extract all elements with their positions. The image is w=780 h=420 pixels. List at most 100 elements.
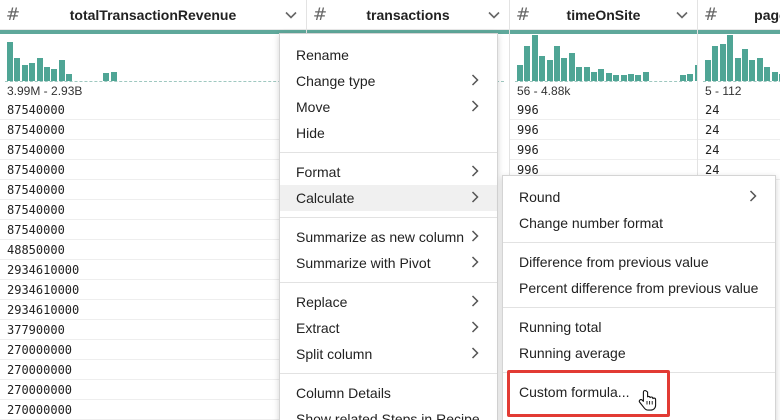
chevron-right-icon bbox=[749, 184, 757, 210]
table-cell[interactable]: 87540000 bbox=[0, 220, 306, 240]
menu-item-running-average[interactable]: Running average bbox=[503, 340, 775, 366]
menu-item-replace[interactable]: Replace bbox=[280, 289, 497, 315]
table-cell[interactable]: 87540000 bbox=[0, 200, 306, 220]
column-histogram[interactable] bbox=[5, 34, 301, 82]
histogram-bar bbox=[517, 65, 523, 81]
table-cell[interactable]: 2934610000 bbox=[0, 280, 306, 300]
menu-item-column-details[interactable]: Column Details bbox=[280, 380, 497, 406]
histogram-bar bbox=[742, 49, 748, 81]
histogram-bar bbox=[7, 42, 13, 81]
histogram-bar bbox=[36, 58, 43, 81]
column-range: 3.99M - 2.93B bbox=[7, 84, 83, 98]
histogram-bar bbox=[576, 67, 583, 81]
menu-item-rename[interactable]: Rename bbox=[280, 42, 497, 68]
chevron-right-icon bbox=[471, 68, 479, 94]
table-cell[interactable]: 24 bbox=[698, 100, 780, 120]
histogram-bar bbox=[764, 67, 771, 81]
table-cell[interactable]: 270000000 bbox=[0, 400, 306, 420]
menu-item-label: Change type bbox=[296, 73, 376, 89]
menu-item-hide[interactable]: Hide bbox=[280, 120, 497, 146]
menu-item-difference-from-previous-value[interactable]: Difference from previous value bbox=[503, 249, 775, 275]
table-cell[interactable]: 87540000 bbox=[0, 180, 306, 200]
menu-separator bbox=[280, 217, 497, 218]
menu-item-label: Running total bbox=[519, 319, 602, 335]
table-cell[interactable]: 48850000 bbox=[0, 240, 306, 260]
table-cell[interactable]: 87540000 bbox=[0, 140, 306, 160]
column-histogram[interactable] bbox=[515, 34, 697, 82]
column-header[interactable]: # transactions bbox=[307, 0, 509, 30]
chevron-right-icon bbox=[471, 289, 479, 315]
chevron-down-icon[interactable] bbox=[483, 4, 505, 26]
menu-item-change-type[interactable]: Change type bbox=[280, 68, 497, 94]
chevron-right-icon bbox=[471, 94, 479, 120]
menu-item-label: Difference from previous value bbox=[519, 254, 709, 270]
histogram-bar bbox=[14, 58, 21, 81]
chevron-down-icon[interactable] bbox=[671, 4, 693, 26]
hash-icon: # bbox=[312, 4, 328, 25]
table-cell[interactable]: 87540000 bbox=[0, 120, 306, 140]
menu-item-label: Split column bbox=[296, 346, 373, 362]
chevron-right-icon bbox=[471, 315, 479, 341]
table-cell[interactable]: 270000000 bbox=[0, 340, 306, 360]
hash-icon: # bbox=[703, 4, 719, 25]
table-cell[interactable]: 270000000 bbox=[0, 380, 306, 400]
menu-item-split-column[interactable]: Split column bbox=[280, 341, 497, 367]
histogram-bar bbox=[605, 73, 612, 81]
histogram-bar bbox=[561, 58, 568, 81]
menu-separator bbox=[503, 242, 775, 243]
histogram-bar bbox=[749, 60, 756, 81]
menu-item-format[interactable]: Format bbox=[280, 159, 497, 185]
histogram-bar bbox=[628, 74, 634, 81]
table-cell[interactable]: 2934610000 bbox=[0, 260, 306, 280]
column-histogram[interactable] bbox=[703, 34, 780, 82]
histogram-bar bbox=[642, 72, 649, 81]
menu-item-move[interactable]: Move bbox=[280, 94, 497, 120]
menu-item-label: Percent difference from previous value bbox=[519, 280, 759, 296]
menu-item-show-related-steps-in-recipe[interactable]: Show related Steps in Recipe bbox=[280, 406, 497, 420]
table-cell[interactable]: 37790000 bbox=[0, 320, 306, 340]
menu-item-label: Column Details bbox=[296, 385, 391, 401]
menu-separator bbox=[280, 282, 497, 283]
histogram-bar bbox=[51, 69, 58, 81]
menu-item-calculate[interactable]: Calculate bbox=[280, 185, 497, 211]
table-cell[interactable]: 996 bbox=[510, 120, 697, 140]
column-header[interactable]: # page bbox=[698, 0, 780, 30]
histogram-bar bbox=[103, 73, 110, 81]
histogram-bar bbox=[687, 74, 694, 81]
menu-item-summarize-as-new-column[interactable]: Summarize as new column bbox=[280, 224, 497, 250]
table-cell[interactable]: 87540000 bbox=[0, 100, 306, 120]
menu-item-summarize-with-pivot[interactable]: Summarize with Pivot bbox=[280, 250, 497, 276]
menu-item-label: Extract bbox=[296, 320, 340, 336]
menu-separator bbox=[280, 152, 497, 153]
histogram-bar bbox=[727, 35, 734, 81]
menu-item-label: Rename bbox=[296, 47, 349, 63]
histogram-bar bbox=[110, 72, 117, 81]
menu-item-extract[interactable]: Extract bbox=[280, 315, 497, 341]
menu-item-label: Move bbox=[296, 99, 331, 115]
menu-item-label: Replace bbox=[296, 294, 348, 310]
table-cell[interactable]: 996 bbox=[510, 140, 697, 160]
menu-item-change-number-format[interactable]: Change number format bbox=[503, 210, 775, 236]
menu-item-label: Round bbox=[519, 189, 561, 205]
column-range: 56 - 4.88k bbox=[517, 84, 571, 98]
table-cell[interactable]: 996 bbox=[510, 100, 697, 120]
menu-item-running-total[interactable]: Running total bbox=[503, 314, 775, 340]
chevron-down-icon[interactable] bbox=[280, 4, 302, 26]
column-header[interactable]: # timeOnSite bbox=[510, 0, 697, 30]
histogram-bar bbox=[771, 72, 778, 81]
histogram-bar bbox=[546, 60, 553, 81]
table-cell[interactable]: 270000000 bbox=[0, 360, 306, 380]
histogram-bar bbox=[44, 67, 50, 81]
column-name: timeOnSite bbox=[566, 6, 641, 23]
menu-item-percent-difference-from-previous-value[interactable]: Percent difference from previous value bbox=[503, 275, 775, 301]
column-header[interactable]: # totalTransactionRevenue bbox=[0, 0, 306, 30]
hash-icon: # bbox=[515, 4, 531, 25]
menu-item-label: Change number format bbox=[519, 215, 663, 231]
histogram-bar bbox=[598, 69, 605, 81]
table-cell[interactable]: 24 bbox=[698, 140, 780, 160]
table-cell[interactable]: 2934610000 bbox=[0, 300, 306, 320]
histogram-bar bbox=[591, 72, 597, 81]
menu-item-round[interactable]: Round bbox=[503, 184, 775, 210]
table-cell[interactable]: 87540000 bbox=[0, 160, 306, 180]
table-cell[interactable]: 24 bbox=[698, 120, 780, 140]
